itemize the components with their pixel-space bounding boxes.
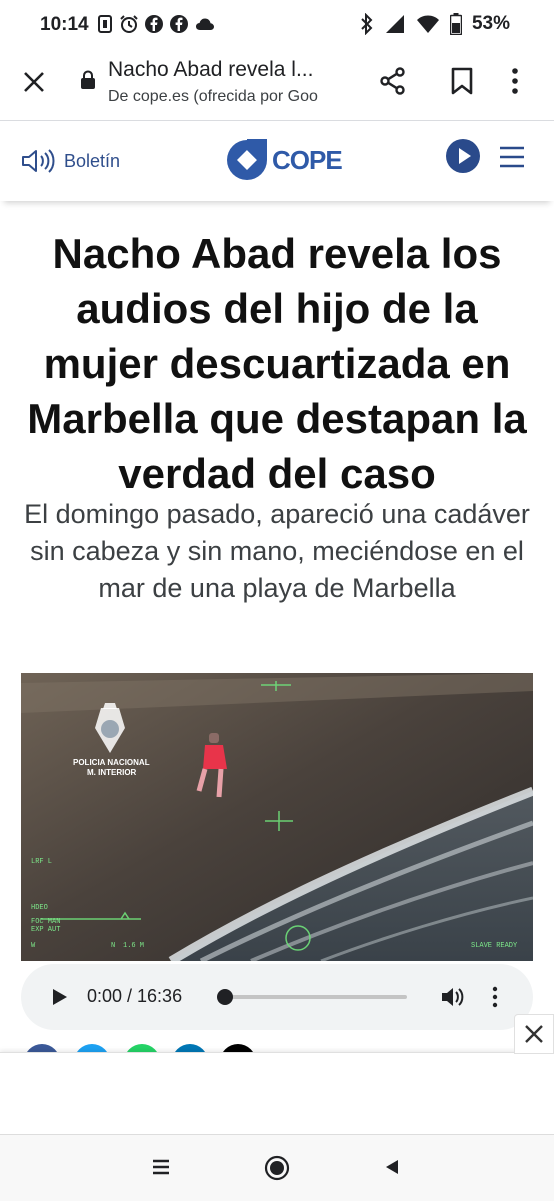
article-headline: Nacho Abad revela los audios del hijo de… — [27, 230, 527, 497]
audio-player: 0:00 / 16:36 — [21, 964, 533, 1030]
article-subtitle: El domingo pasado, apareció una cadáver … — [24, 499, 530, 603]
system-nav-bar — [0, 1134, 554, 1201]
lock-icon — [81, 70, 95, 89]
share-icon[interactable] — [378, 66, 408, 96]
sim-icon — [98, 15, 112, 33]
hud-lrf: LRF L — [31, 858, 52, 866]
live-radio-play-button[interactable] — [446, 139, 480, 173]
article-video[interactable]: POLICIA NACIONAL M. INTERIOR LRF L HDEO … — [21, 673, 533, 961]
video-frame: POLICIA NACIONAL M. INTERIOR LRF L HDEO … — [21, 673, 533, 961]
battery-percent: 53% — [471, 13, 510, 34]
close-icon[interactable] — [20, 68, 48, 96]
audio-time: 0:00 / 16:36 — [87, 986, 183, 1006]
wifi-icon — [416, 15, 439, 33]
hud-range: 1.6 M — [123, 942, 144, 950]
boletin-button[interactable]: Boletín — [20, 147, 120, 175]
bookmark-icon[interactable] — [450, 66, 474, 96]
facebook-icon — [145, 15, 163, 33]
alarm-icon — [120, 15, 138, 33]
ad-banner — [0, 1052, 554, 1135]
bluetooth-icon — [361, 13, 373, 35]
audio-play-icon[interactable] — [51, 988, 69, 1006]
boletin-label: Boletín — [64, 150, 121, 171]
status-bar: 10:14 53% — [0, 0, 554, 50]
hud-slave: SLAVE READY — [471, 942, 518, 950]
logo-text: COPE — [272, 144, 343, 175]
menu-icon[interactable] — [498, 145, 526, 169]
facebook-icon — [170, 15, 188, 33]
notification-icons — [96, 14, 216, 34]
back-icon[interactable] — [384, 1159, 400, 1175]
page-title[interactable]: Nacho Abad revela l... — [108, 58, 358, 82]
more-vert-icon[interactable] — [510, 66, 520, 96]
hud-hdeo: HDEO — [31, 904, 48, 912]
cope-logo[interactable]: COPE — [226, 139, 343, 181]
volume-icon[interactable] — [441, 986, 465, 1008]
home-icon[interactable] — [264, 1155, 290, 1181]
browser-toolbar: Nacho Abad revela l... De cope.es (ofrec… — [0, 50, 554, 121]
site-header: Boletín COPE — [0, 121, 554, 201]
audio-progress-knob[interactable] — [217, 989, 233, 1005]
page-origin[interactable]: De cope.es (ofrecida por Goo — [108, 88, 358, 106]
police-label-2: M. INTERIOR — [87, 768, 137, 777]
hud-n: N — [111, 942, 115, 950]
audio-more-icon[interactable] — [491, 986, 499, 1008]
menu-icon[interactable] — [152, 1159, 170, 1175]
cloud-icon — [196, 18, 214, 30]
status-time: 10:14 — [40, 14, 89, 35]
close-icon — [525, 1025, 543, 1043]
audio-progress-track[interactable] — [225, 995, 407, 999]
play-icon — [459, 148, 471, 164]
system-icons: 53% — [360, 13, 510, 35]
police-label-1: POLICIA NACIONAL — [73, 758, 150, 767]
hud-foc: FOC MAN — [31, 918, 60, 926]
signal-icon — [385, 15, 404, 33]
cope-logo-mark — [227, 139, 267, 180]
ad-close-button[interactable] — [514, 1014, 554, 1054]
battery-icon — [449, 13, 462, 35]
hud-exp: EXP AUT — [31, 926, 60, 934]
speaker-icon — [22, 149, 55, 173]
